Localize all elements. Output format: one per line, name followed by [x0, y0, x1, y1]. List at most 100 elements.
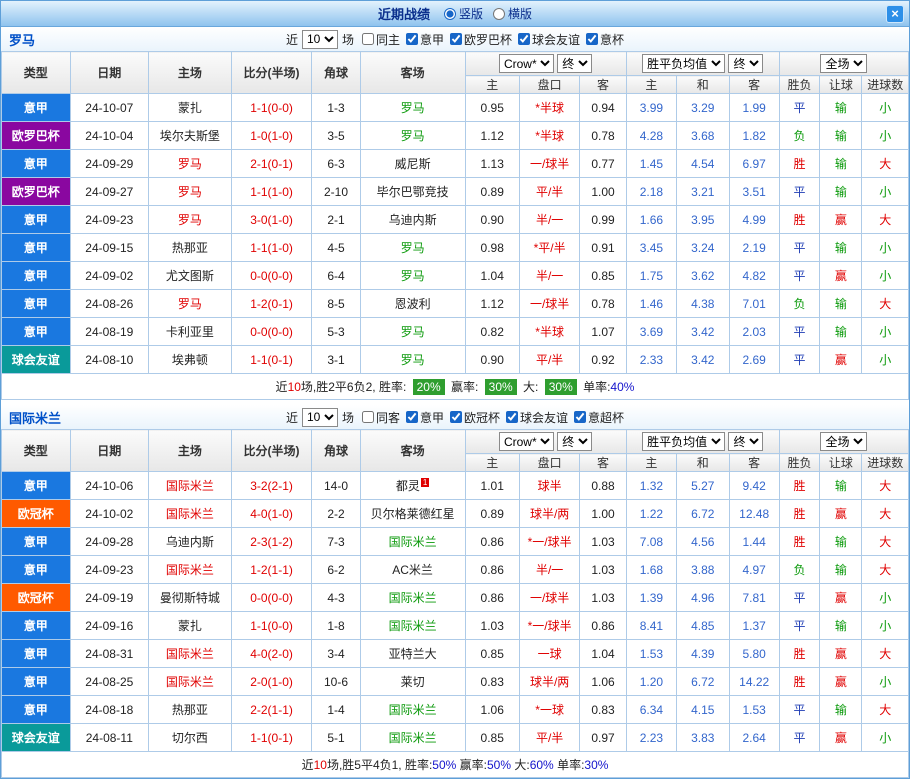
match-date: 24-08-18 [70, 696, 149, 724]
avg-draw-odds: 6.72 [677, 500, 729, 528]
filter-option[interactable]: 意杯 [586, 31, 624, 48]
handicap-result: 输 [820, 612, 862, 640]
filter-checkbox[interactable] [450, 411, 462, 423]
filter-option-label: 球会友谊 [532, 31, 580, 48]
home-team: 蒙扎 [149, 94, 232, 122]
corners: 10-6 [312, 668, 360, 696]
recent-results-window: 近期战绩 竖版 横版 × 罗马 近 10 场 同主意甲欧罗巴杯球会友谊意杯 [0, 0, 910, 779]
summary-segment: 30% [485, 379, 517, 395]
handicap-result: 赢 [820, 584, 862, 612]
competition-badge: 意甲 [2, 150, 71, 178]
filter-checkbox[interactable] [586, 33, 598, 45]
match-count-select[interactable]: 10 [302, 408, 338, 427]
sub-header-handicap-result: 让球 [820, 454, 862, 472]
away-team: 威尼斯 [360, 150, 465, 178]
avg-odds-select[interactable]: 胜平负均值 [642, 54, 725, 73]
filter-option[interactable]: 同客 [362, 409, 400, 426]
summary-segment: 50% [432, 758, 456, 772]
match-date: 24-08-31 [70, 640, 149, 668]
handicap-result: 输 [820, 94, 862, 122]
away-odds: 0.85 [580, 262, 626, 290]
score: 0-0(0-0) [231, 318, 312, 346]
sub-header-goals: 进球数 [862, 454, 909, 472]
filter-option-label: 意超杯 [588, 409, 624, 426]
filter-option[interactable]: 球会友谊 [518, 31, 580, 48]
away-odds: 0.99 [580, 206, 626, 234]
filter-option[interactable]: 球会友谊 [506, 409, 568, 426]
result: 平 [779, 318, 819, 346]
sub-header-home-odds: 主 [465, 76, 519, 94]
layout-radio-vertical[interactable] [444, 8, 456, 20]
home-odds: 1.06 [465, 696, 519, 724]
filter-option[interactable]: 意甲 [406, 31, 444, 48]
competition-badge: 意甲 [2, 290, 71, 318]
filter-checkbox[interactable] [518, 33, 530, 45]
competition-badge: 欧罗巴杯 [2, 122, 71, 150]
competition-badge: 球会友谊 [2, 346, 71, 374]
filter-option[interactable]: 意超杯 [574, 409, 624, 426]
corners: 3-5 [312, 122, 360, 150]
final-toggle-select[interactable]: 终 [557, 432, 592, 451]
result: 胜 [779, 500, 819, 528]
bookmaker-select[interactable]: Crow* [499, 432, 554, 451]
filter-option[interactable]: 欧罗巴杯 [450, 31, 512, 48]
away-odds: 1.04 [580, 640, 626, 668]
filter-checkbox[interactable] [406, 33, 418, 45]
home-team: 埃尔夫斯堡 [149, 122, 232, 150]
away-odds: 1.03 [580, 556, 626, 584]
avg-home-odds: 1.68 [626, 556, 676, 584]
home-odds: 0.89 [465, 178, 519, 206]
layout-option-vertical[interactable]: 竖版 [444, 5, 483, 22]
scope-select[interactable]: 全场 [820, 432, 867, 451]
match-count-select[interactable]: 10 [302, 30, 338, 49]
final-toggle-select[interactable]: 终 [557, 54, 592, 73]
filter-near-label: 近 [286, 409, 298, 426]
avg-away-odds: 7.81 [729, 584, 779, 612]
filter-checkbox[interactable] [574, 411, 586, 423]
avg-home-odds: 1.66 [626, 206, 676, 234]
away-team: 莱切 [360, 668, 465, 696]
handicap: 一/球半 [519, 290, 579, 318]
away-odds: 0.83 [580, 696, 626, 724]
corners: 6-3 [312, 150, 360, 178]
layout-radio-horizontal[interactable] [493, 8, 505, 20]
avg-away-odds: 1.82 [729, 122, 779, 150]
close-button[interactable]: × [886, 5, 904, 23]
sub-header-handicap: 盘口 [519, 76, 579, 94]
away-team: 国际米兰 [360, 696, 465, 724]
score: 1-2(0-1) [231, 290, 312, 318]
filter-checkbox[interactable] [362, 411, 374, 423]
home-odds: 0.85 [465, 724, 519, 752]
away-odds: 1.03 [580, 528, 626, 556]
result: 胜 [779, 668, 819, 696]
final-toggle-select[interactable]: 终 [728, 54, 763, 73]
col-header-corner: 角球 [312, 430, 360, 472]
handicap: *一/球半 [519, 612, 579, 640]
match-row: 意甲24-09-02尤文图斯0-0(0-0)6-4罗马1.04半/一0.851.… [2, 262, 909, 290]
layout-option-horizontal[interactable]: 横版 [493, 5, 532, 22]
scope-select[interactable]: 全场 [820, 54, 867, 73]
avg-home-odds: 1.53 [626, 640, 676, 668]
filter-option-label: 球会友谊 [520, 409, 568, 426]
score: 3-2(2-1) [231, 472, 312, 500]
result: 平 [779, 262, 819, 290]
filter-option[interactable]: 意甲 [406, 409, 444, 426]
over-under: 大 [862, 696, 909, 724]
result: 负 [779, 556, 819, 584]
summary-segment: 场,胜5平4负1, 胜率: [327, 758, 432, 772]
filter-checkbox[interactable] [362, 33, 374, 45]
final-toggle-select[interactable]: 终 [728, 432, 763, 451]
filter-checkbox[interactable] [450, 33, 462, 45]
home-team: 埃弗顿 [149, 346, 232, 374]
filter-option[interactable]: 同主 [362, 31, 400, 48]
avg-draw-odds: 3.88 [677, 556, 729, 584]
filter-checkbox[interactable] [406, 411, 418, 423]
filter-checkbox[interactable] [506, 411, 518, 423]
avg-home-odds: 2.23 [626, 724, 676, 752]
filter-option[interactable]: 欧冠杯 [450, 409, 500, 426]
avg-away-odds: 2.64 [729, 724, 779, 752]
avg-odds-select[interactable]: 胜平负均值 [642, 432, 725, 451]
handicap-result: 赢 [820, 640, 862, 668]
col-header-date: 日期 [70, 52, 149, 94]
bookmaker-select[interactable]: Crow* [499, 54, 554, 73]
